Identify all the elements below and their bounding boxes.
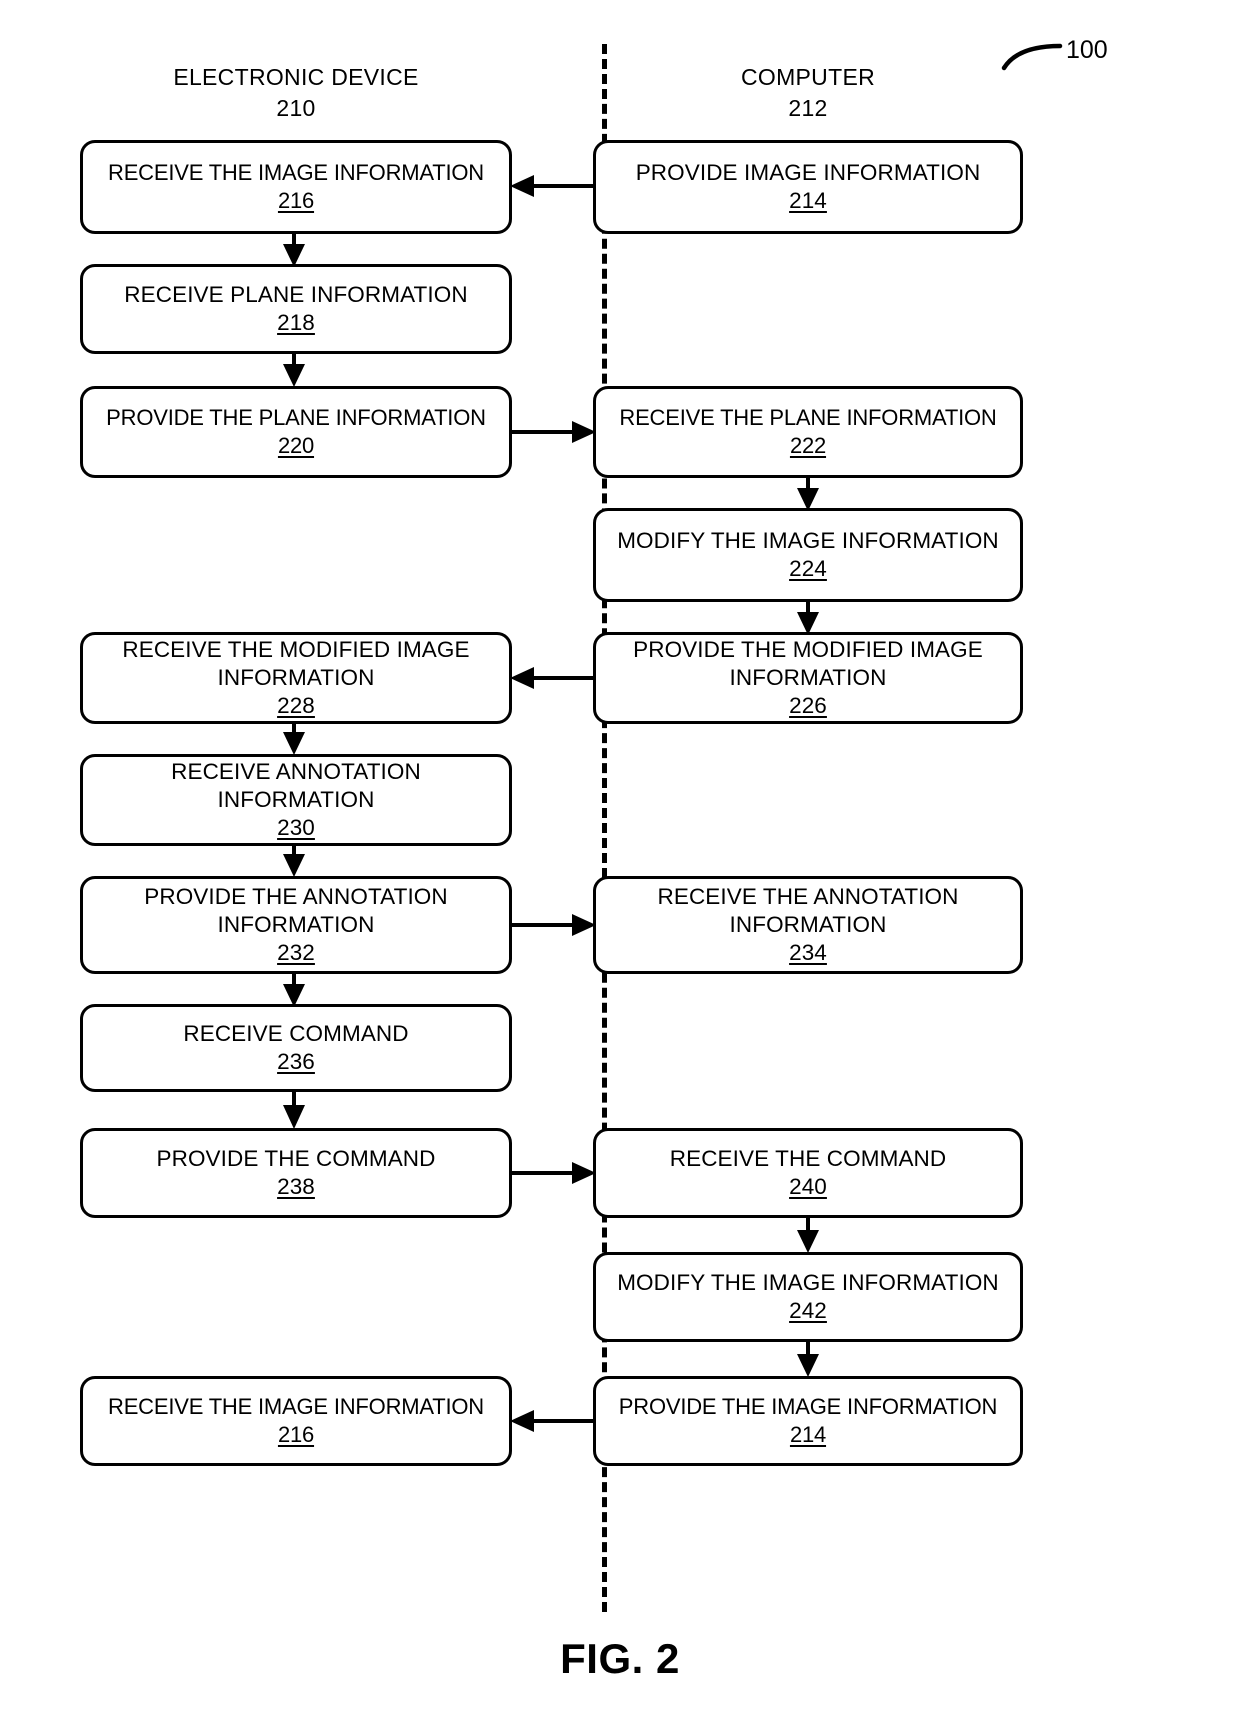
step-number: 226 bbox=[789, 693, 827, 718]
step-box-224-modify-image-information: MODIFY THE IMAGE INFORMATION 224 bbox=[593, 508, 1023, 602]
step-box-216-receive-image-information: RECEIVE THE IMAGE INFORMATION 216 bbox=[80, 140, 512, 234]
step-number: 234 bbox=[789, 940, 827, 965]
connector-240-to-242 bbox=[794, 1218, 822, 1254]
step-box-242-modify-image-information: MODIFY THE IMAGE INFORMATION 242 bbox=[593, 1252, 1023, 1342]
step-box-234-receive-annotation-information: RECEIVE THE ANNOTATION INFORMATION 234 bbox=[593, 876, 1023, 974]
step-number: 240 bbox=[789, 1174, 827, 1199]
step-label: RECEIVE THE COMMAND bbox=[669, 1146, 947, 1171]
step-label: PROVIDE THE PLANE INFORMATION bbox=[106, 405, 486, 430]
step-number: 230 bbox=[277, 815, 315, 840]
lane-header-electronic-device: ELECTRONIC DEVICE 210 bbox=[80, 62, 512, 124]
connector-214-to-216 bbox=[508, 172, 598, 200]
step-box-214-provide-image-information-loop: PROVIDE THE IMAGE INFORMATION 214 bbox=[593, 1376, 1023, 1466]
step-box-236-receive-command: RECEIVE COMMAND 236 bbox=[80, 1004, 512, 1092]
connector-222-to-224 bbox=[794, 478, 822, 512]
step-box-232-provide-annotation-information: PROVIDE THE ANNOTATION INFORMATION 232 bbox=[80, 876, 512, 974]
step-label: RECEIVE THE MODIFIED IMAGE INFORMATION bbox=[122, 637, 470, 690]
connector-216-to-218 bbox=[280, 234, 308, 268]
figure-caption: FIG. 2 bbox=[560, 1635, 680, 1682]
step-number: 224 bbox=[789, 556, 827, 581]
step-number: 214 bbox=[789, 1422, 827, 1447]
connector-226-to-228 bbox=[508, 664, 598, 692]
step-number: 228 bbox=[277, 693, 315, 718]
step-label: RECEIVE PLANE INFORMATION bbox=[124, 282, 468, 307]
step-number: 220 bbox=[277, 433, 315, 458]
lane-header-title: COMPUTER bbox=[740, 64, 875, 90]
connector-238-to-240 bbox=[508, 1159, 598, 1187]
connector-224-to-226 bbox=[794, 602, 822, 636]
step-box-230-receive-annotation-information: RECEIVE ANNOTATION INFORMATION 230 bbox=[80, 754, 512, 846]
connector-232-to-234 bbox=[508, 911, 598, 939]
step-label: RECEIVE THE ANNOTATION INFORMATION bbox=[657, 884, 959, 937]
connector-218-to-220 bbox=[280, 354, 308, 388]
step-number: 238 bbox=[277, 1174, 315, 1199]
lane-header-number: 210 bbox=[276, 95, 316, 121]
figure-reference-number: 100 bbox=[1066, 36, 1108, 64]
step-number: 216 bbox=[277, 1422, 315, 1447]
step-label: RECEIVE THE IMAGE INFORMATION bbox=[108, 160, 484, 185]
step-label: PROVIDE THE IMAGE INFORMATION bbox=[618, 1394, 998, 1419]
connector-232-to-236 bbox=[280, 974, 308, 1008]
step-label: MODIFY THE IMAGE INFORMATION bbox=[617, 1270, 999, 1295]
connector-236-to-238 bbox=[280, 1092, 308, 1130]
step-label: PROVIDE IMAGE INFORMATION bbox=[635, 160, 981, 185]
step-box-228-receive-modified-image-information: RECEIVE THE MODIFIED IMAGE INFORMATION 2… bbox=[80, 632, 512, 724]
step-label: PROVIDE THE ANNOTATION INFORMATION bbox=[144, 884, 448, 937]
step-box-222-receive-plane-information: RECEIVE THE PLANE INFORMATION 222 bbox=[593, 386, 1023, 478]
step-box-226-provide-modified-image-information: PROVIDE THE MODIFIED IMAGE INFORMATION 2… bbox=[593, 632, 1023, 724]
connector-220-to-222 bbox=[508, 418, 598, 446]
step-label: RECEIVE COMMAND bbox=[183, 1021, 409, 1046]
step-number: 242 bbox=[789, 1298, 827, 1323]
step-number: 216 bbox=[277, 188, 315, 213]
step-box-220-provide-plane-information: PROVIDE THE PLANE INFORMATION 220 bbox=[80, 386, 512, 478]
patent-figure-page: 100 ELECTRONIC DEVICE 210 COMPUTER 212 R… bbox=[0, 0, 1240, 1722]
lane-header-computer: COMPUTER 212 bbox=[593, 62, 1023, 124]
step-number: 222 bbox=[789, 433, 827, 458]
connector-228-to-230 bbox=[280, 724, 308, 756]
connector-242-to-214 bbox=[794, 1342, 822, 1378]
connector-230-to-232 bbox=[280, 846, 308, 878]
lane-header-title: ELECTRONIC DEVICE bbox=[173, 64, 419, 90]
step-number: 214 bbox=[789, 188, 827, 213]
step-number: 232 bbox=[277, 940, 315, 965]
step-box-216-receive-image-information-loop: RECEIVE THE IMAGE INFORMATION 216 bbox=[80, 1376, 512, 1466]
step-label: RECEIVE ANNOTATION INFORMATION bbox=[171, 759, 421, 812]
step-box-240-receive-command: RECEIVE THE COMMAND 240 bbox=[593, 1128, 1023, 1218]
step-label: RECEIVE THE IMAGE INFORMATION bbox=[108, 1394, 484, 1419]
step-label: MODIFY THE IMAGE INFORMATION bbox=[617, 528, 999, 553]
step-box-218-receive-plane-information: RECEIVE PLANE INFORMATION 218 bbox=[80, 264, 512, 354]
step-box-214-provide-image-information: PROVIDE IMAGE INFORMATION 214 bbox=[593, 140, 1023, 234]
step-label: PROVIDE THE MODIFIED IMAGE INFORMATION bbox=[633, 637, 983, 690]
step-box-238-provide-command: PROVIDE THE COMMAND 238 bbox=[80, 1128, 512, 1218]
connector-214-to-216-loop bbox=[508, 1407, 598, 1435]
lane-header-number: 212 bbox=[788, 95, 828, 121]
step-label: PROVIDE THE COMMAND bbox=[156, 1146, 436, 1171]
step-number: 218 bbox=[277, 310, 315, 335]
step-label: RECEIVE THE PLANE INFORMATION bbox=[619, 405, 997, 430]
step-number: 236 bbox=[277, 1049, 315, 1074]
